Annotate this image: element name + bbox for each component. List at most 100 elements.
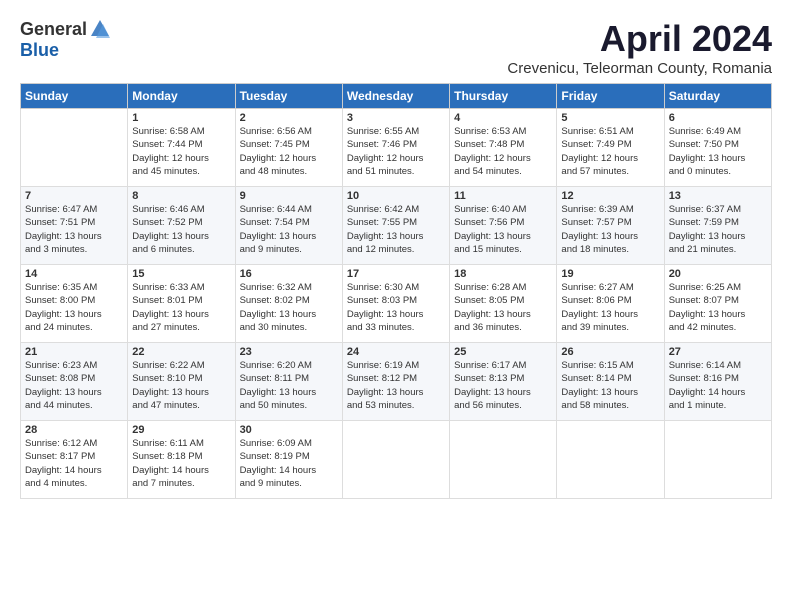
day-cell: 7Sunrise: 6:47 AMSunset: 7:51 PMDaylight…	[21, 187, 128, 265]
day-number: 13	[669, 190, 767, 202]
day-info: Sunrise: 6:30 AMSunset: 8:03 PMDaylight:…	[347, 281, 445, 334]
day-cell	[557, 421, 664, 499]
day-number: 26	[561, 346, 659, 358]
col-header-friday: Friday	[557, 84, 664, 109]
day-number: 19	[561, 268, 659, 280]
day-cell: 24Sunrise: 6:19 AMSunset: 8:12 PMDayligh…	[342, 343, 449, 421]
col-header-monday: Monday	[128, 84, 235, 109]
title-block: April 2024 Crevenicu, Teleorman County, …	[507, 18, 772, 77]
day-number: 7	[25, 190, 123, 202]
day-cell: 27Sunrise: 6:14 AMSunset: 8:16 PMDayligh…	[664, 343, 771, 421]
day-cell: 5Sunrise: 6:51 AMSunset: 7:49 PMDaylight…	[557, 109, 664, 187]
day-number: 20	[669, 268, 767, 280]
day-cell: 21Sunrise: 6:23 AMSunset: 8:08 PMDayligh…	[21, 343, 128, 421]
day-cell: 23Sunrise: 6:20 AMSunset: 8:11 PMDayligh…	[235, 343, 342, 421]
day-info: Sunrise: 6:15 AMSunset: 8:14 PMDaylight:…	[561, 359, 659, 412]
day-number: 15	[132, 268, 230, 280]
week-row-2: 7Sunrise: 6:47 AMSunset: 7:51 PMDaylight…	[21, 187, 772, 265]
day-info: Sunrise: 6:56 AMSunset: 7:45 PMDaylight:…	[240, 125, 338, 178]
day-info: Sunrise: 6:19 AMSunset: 8:12 PMDaylight:…	[347, 359, 445, 412]
day-number: 2	[240, 112, 338, 124]
day-cell: 15Sunrise: 6:33 AMSunset: 8:01 PMDayligh…	[128, 265, 235, 343]
day-cell: 13Sunrise: 6:37 AMSunset: 7:59 PMDayligh…	[664, 187, 771, 265]
day-cell: 12Sunrise: 6:39 AMSunset: 7:57 PMDayligh…	[557, 187, 664, 265]
day-info: Sunrise: 6:09 AMSunset: 8:19 PMDaylight:…	[240, 437, 338, 490]
day-number: 28	[25, 424, 123, 436]
day-info: Sunrise: 6:25 AMSunset: 8:07 PMDaylight:…	[669, 281, 767, 334]
day-cell: 22Sunrise: 6:22 AMSunset: 8:10 PMDayligh…	[128, 343, 235, 421]
day-cell	[664, 421, 771, 499]
day-cell: 26Sunrise: 6:15 AMSunset: 8:14 PMDayligh…	[557, 343, 664, 421]
day-number: 27	[669, 346, 767, 358]
day-cell: 19Sunrise: 6:27 AMSunset: 8:06 PMDayligh…	[557, 265, 664, 343]
day-number: 6	[669, 112, 767, 124]
day-cell: 10Sunrise: 6:42 AMSunset: 7:55 PMDayligh…	[342, 187, 449, 265]
day-info: Sunrise: 6:47 AMSunset: 7:51 PMDaylight:…	[25, 203, 123, 256]
day-info: Sunrise: 6:14 AMSunset: 8:16 PMDaylight:…	[669, 359, 767, 412]
location-subtitle: Crevenicu, Teleorman County, Romania	[507, 60, 772, 77]
week-row-1: 1Sunrise: 6:58 AMSunset: 7:44 PMDaylight…	[21, 109, 772, 187]
col-header-wednesday: Wednesday	[342, 84, 449, 109]
header-row: SundayMondayTuesdayWednesdayThursdayFrid…	[21, 84, 772, 109]
day-number: 16	[240, 268, 338, 280]
day-info: Sunrise: 6:49 AMSunset: 7:50 PMDaylight:…	[669, 125, 767, 178]
day-info: Sunrise: 6:32 AMSunset: 8:02 PMDaylight:…	[240, 281, 338, 334]
day-info: Sunrise: 6:35 AMSunset: 8:00 PMDaylight:…	[25, 281, 123, 334]
day-info: Sunrise: 6:37 AMSunset: 7:59 PMDaylight:…	[669, 203, 767, 256]
day-cell	[450, 421, 557, 499]
day-cell: 4Sunrise: 6:53 AMSunset: 7:48 PMDaylight…	[450, 109, 557, 187]
day-cell: 18Sunrise: 6:28 AMSunset: 8:05 PMDayligh…	[450, 265, 557, 343]
day-cell: 8Sunrise: 6:46 AMSunset: 7:52 PMDaylight…	[128, 187, 235, 265]
day-info: Sunrise: 6:39 AMSunset: 7:57 PMDaylight:…	[561, 203, 659, 256]
week-row-5: 28Sunrise: 6:12 AMSunset: 8:17 PMDayligh…	[21, 421, 772, 499]
day-number: 4	[454, 112, 552, 124]
day-info: Sunrise: 6:11 AMSunset: 8:18 PMDaylight:…	[132, 437, 230, 490]
logo-general-text: General	[20, 19, 87, 40]
day-cell: 14Sunrise: 6:35 AMSunset: 8:00 PMDayligh…	[21, 265, 128, 343]
day-cell: 28Sunrise: 6:12 AMSunset: 8:17 PMDayligh…	[21, 421, 128, 499]
day-cell: 3Sunrise: 6:55 AMSunset: 7:46 PMDaylight…	[342, 109, 449, 187]
day-info: Sunrise: 6:46 AMSunset: 7:52 PMDaylight:…	[132, 203, 230, 256]
day-cell: 25Sunrise: 6:17 AMSunset: 8:13 PMDayligh…	[450, 343, 557, 421]
col-header-thursday: Thursday	[450, 84, 557, 109]
week-row-3: 14Sunrise: 6:35 AMSunset: 8:00 PMDayligh…	[21, 265, 772, 343]
day-cell: 20Sunrise: 6:25 AMSunset: 8:07 PMDayligh…	[664, 265, 771, 343]
day-info: Sunrise: 6:40 AMSunset: 7:56 PMDaylight:…	[454, 203, 552, 256]
day-cell: 30Sunrise: 6:09 AMSunset: 8:19 PMDayligh…	[235, 421, 342, 499]
day-info: Sunrise: 6:27 AMSunset: 8:06 PMDaylight:…	[561, 281, 659, 334]
day-cell: 16Sunrise: 6:32 AMSunset: 8:02 PMDayligh…	[235, 265, 342, 343]
header: General Blue April 2024 Crevenicu, Teleo…	[20, 18, 772, 77]
day-cell: 29Sunrise: 6:11 AMSunset: 8:18 PMDayligh…	[128, 421, 235, 499]
day-info: Sunrise: 6:20 AMSunset: 8:11 PMDaylight:…	[240, 359, 338, 412]
day-number: 10	[347, 190, 445, 202]
day-number: 21	[25, 346, 123, 358]
day-number: 18	[454, 268, 552, 280]
day-info: Sunrise: 6:53 AMSunset: 7:48 PMDaylight:…	[454, 125, 552, 178]
day-number: 5	[561, 112, 659, 124]
day-cell: 9Sunrise: 6:44 AMSunset: 7:54 PMDaylight…	[235, 187, 342, 265]
week-row-4: 21Sunrise: 6:23 AMSunset: 8:08 PMDayligh…	[21, 343, 772, 421]
day-info: Sunrise: 6:22 AMSunset: 8:10 PMDaylight:…	[132, 359, 230, 412]
day-info: Sunrise: 6:12 AMSunset: 8:17 PMDaylight:…	[25, 437, 123, 490]
day-info: Sunrise: 6:33 AMSunset: 8:01 PMDaylight:…	[132, 281, 230, 334]
logo-blue-text: Blue	[20, 40, 59, 61]
col-header-tuesday: Tuesday	[235, 84, 342, 109]
day-number: 3	[347, 112, 445, 124]
day-number: 22	[132, 346, 230, 358]
day-cell: 11Sunrise: 6:40 AMSunset: 7:56 PMDayligh…	[450, 187, 557, 265]
day-number: 11	[454, 190, 552, 202]
day-info: Sunrise: 6:44 AMSunset: 7:54 PMDaylight:…	[240, 203, 338, 256]
day-number: 12	[561, 190, 659, 202]
day-info: Sunrise: 6:28 AMSunset: 8:05 PMDaylight:…	[454, 281, 552, 334]
col-header-sunday: Sunday	[21, 84, 128, 109]
day-number: 25	[454, 346, 552, 358]
day-cell: 1Sunrise: 6:58 AMSunset: 7:44 PMDaylight…	[128, 109, 235, 187]
day-cell	[342, 421, 449, 499]
day-cell: 2Sunrise: 6:56 AMSunset: 7:45 PMDaylight…	[235, 109, 342, 187]
day-cell	[21, 109, 128, 187]
day-cell: 6Sunrise: 6:49 AMSunset: 7:50 PMDaylight…	[664, 109, 771, 187]
day-info: Sunrise: 6:55 AMSunset: 7:46 PMDaylight:…	[347, 125, 445, 178]
day-info: Sunrise: 6:42 AMSunset: 7:55 PMDaylight:…	[347, 203, 445, 256]
day-info: Sunrise: 6:23 AMSunset: 8:08 PMDaylight:…	[25, 359, 123, 412]
day-cell: 17Sunrise: 6:30 AMSunset: 8:03 PMDayligh…	[342, 265, 449, 343]
